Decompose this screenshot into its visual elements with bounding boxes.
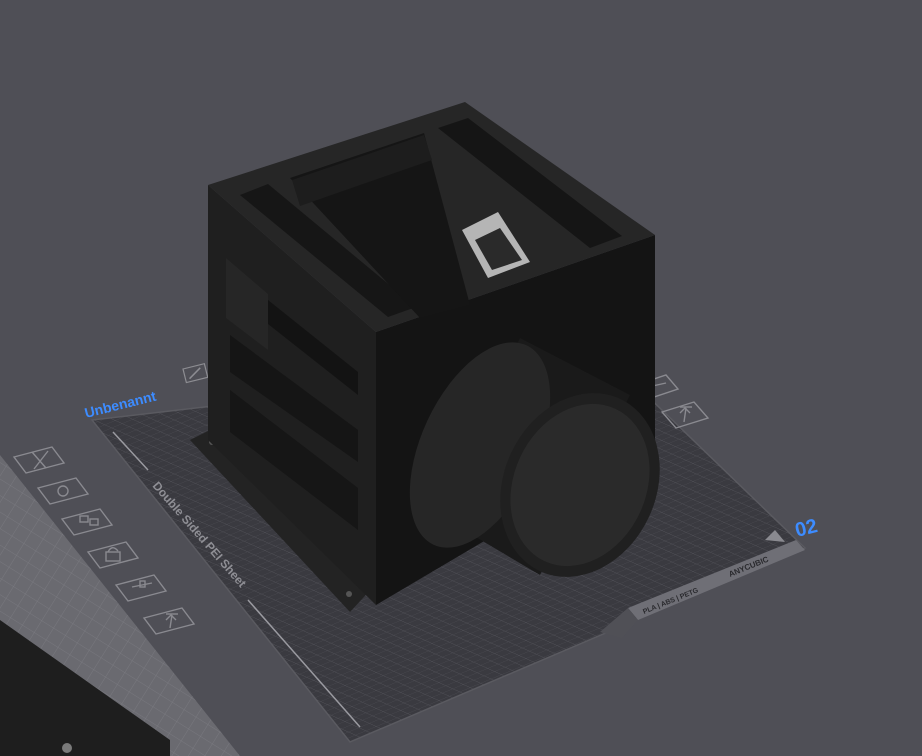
3d-viewport[interactable]: Unbenannt 02 Double Sided PEI Sheet PLA … <box>0 0 922 756</box>
plate-edit-icon[interactable] <box>182 362 209 384</box>
plate-settings-icon[interactable] <box>114 574 168 602</box>
lock-plate-icon[interactable] <box>86 541 140 569</box>
plate-number: 02 <box>793 515 820 542</box>
arrange-icon[interactable] <box>60 508 114 536</box>
delete-plate-icon[interactable] <box>12 446 66 474</box>
auto-orient-icon[interactable] <box>36 477 90 505</box>
move-to-top-icon[interactable] <box>142 607 196 635</box>
